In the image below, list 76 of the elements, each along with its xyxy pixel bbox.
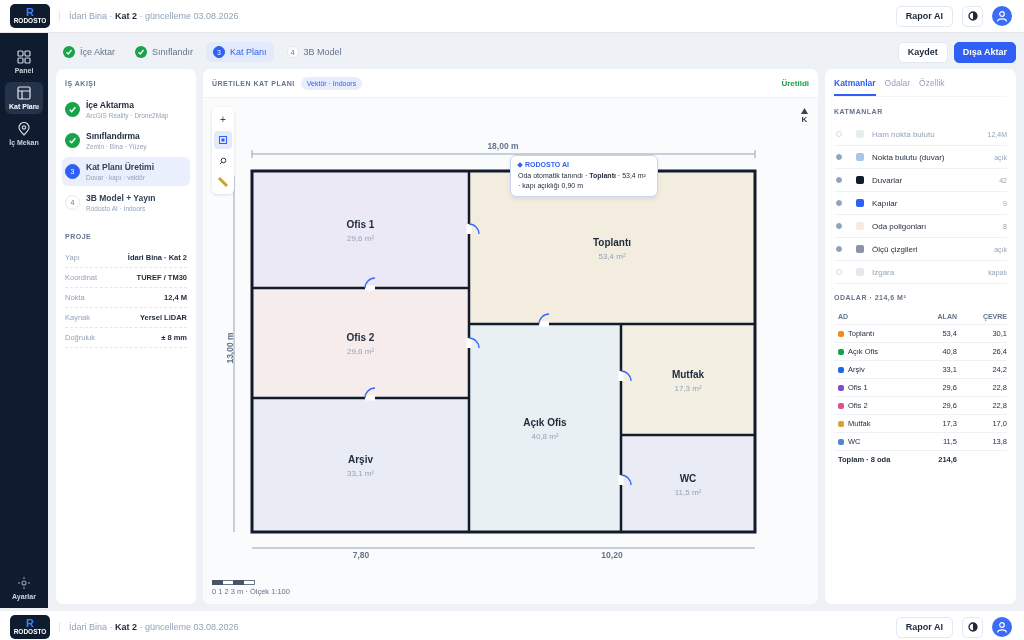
north-arrow-icon — [801, 108, 808, 114]
room-area: 11,5 m² — [674, 487, 702, 497]
step-title: 3B Model + Yayın — [86, 193, 156, 203]
step-title: İçe Aktarma — [86, 100, 135, 110]
room-area: 40,8 m² — [531, 432, 559, 441]
dimension-label: 13,00 m — [225, 332, 235, 364]
check-icon — [65, 133, 80, 148]
step-title: Kat Planı Üretimi — [86, 162, 155, 172]
report-button[interactable]: Rapor AI — [895, 5, 953, 27]
select-tool[interactable] — [214, 131, 232, 149]
door-arc — [468, 223, 480, 235]
room[interactable] — [252, 288, 469, 398]
breadcrumb: İdari Bina · Kat 2 · güncelleme 03.08.2026 — [59, 622, 239, 632]
visibility-dot[interactable] — [836, 154, 842, 160]
room[interactable] — [621, 435, 755, 532]
room-area: 17,3 m² — [674, 383, 702, 393]
theme-button[interactable] — [962, 616, 983, 638]
tab[interactable]: Katmanlar — [834, 75, 876, 96]
visibility-dot[interactable] — [836, 131, 842, 137]
check-icon — [135, 46, 147, 58]
room-name: WC — [679, 472, 697, 484]
search-icon — [219, 157, 227, 165]
dimension-label: 10,20 — [601, 550, 623, 560]
report-button[interactable]: Rapor AI — [895, 616, 953, 638]
door-arc — [364, 387, 376, 399]
pin-icon — [17, 122, 31, 136]
status-text: Üretildi — [781, 78, 809, 88]
room-name: Arşiv — [348, 454, 373, 465]
dimension-label: 18,00 m — [487, 141, 519, 151]
dimension-label: 7,80 — [352, 550, 370, 560]
room-name: Ofis 2 — [346, 332, 375, 343]
room-name: Açık Ofis — [523, 417, 567, 428]
select-icon — [219, 136, 227, 144]
check-icon — [63, 46, 75, 58]
room[interactable] — [469, 324, 621, 532]
room-name: Mutfak — [671, 368, 705, 380]
room[interactable] — [252, 398, 469, 532]
grid-icon — [17, 50, 31, 64]
door-arc — [620, 474, 632, 486]
door-arc — [620, 370, 632, 382]
visibility-dot[interactable] — [836, 269, 842, 275]
room-area: 29,6 m² — [346, 233, 375, 243]
ruler-icon — [217, 176, 229, 188]
room-area: 33,1 m² — [346, 469, 375, 478]
contrast-icon — [967, 11, 978, 21]
visibility-dot[interactable] — [836, 223, 842, 229]
visibility-dot[interactable] — [836, 246, 842, 252]
settings-icon — [17, 576, 31, 590]
contrast-icon — [967, 622, 978, 632]
door-arc — [538, 313, 550, 325]
step-tab[interactable]: İçe Aktar — [56, 42, 122, 62]
visibility-dot[interactable] — [836, 177, 842, 183]
north-label: K — [801, 115, 808, 124]
room-area: 53,4 m² — [598, 251, 626, 261]
avatar[interactable] — [992, 6, 1012, 26]
logo-mark: R — [26, 7, 34, 19]
save-button[interactable]: Kaydet — [897, 41, 948, 63]
room-name: Ofis 1 — [346, 218, 375, 230]
visibility-dot[interactable] — [836, 200, 842, 206]
breadcrumb: İdari Bina · Kat 2 · güncelleme 03.08.2026 — [59, 11, 239, 21]
step-tab[interactable]: Sınıflandır — [128, 42, 201, 62]
scale-bar — [212, 580, 255, 585]
room[interactable] — [621, 324, 755, 435]
room-area: 29,6 m² — [346, 347, 375, 356]
zoom-tool[interactable]: + — [214, 110, 232, 128]
room[interactable] — [252, 171, 469, 288]
door-arc — [468, 337, 480, 349]
step-title: Sınıflandırma — [86, 131, 141, 141]
theme-button[interactable] — [962, 5, 983, 27]
layout-icon — [17, 86, 31, 100]
room-name: Toplantı — [592, 236, 632, 248]
door-arc — [364, 277, 376, 289]
logo-mark: R — [26, 618, 34, 630]
avatar[interactable] — [992, 617, 1012, 637]
export-button[interactable]: Dışa Aktar — [953, 41, 1016, 63]
check-icon — [65, 102, 80, 117]
